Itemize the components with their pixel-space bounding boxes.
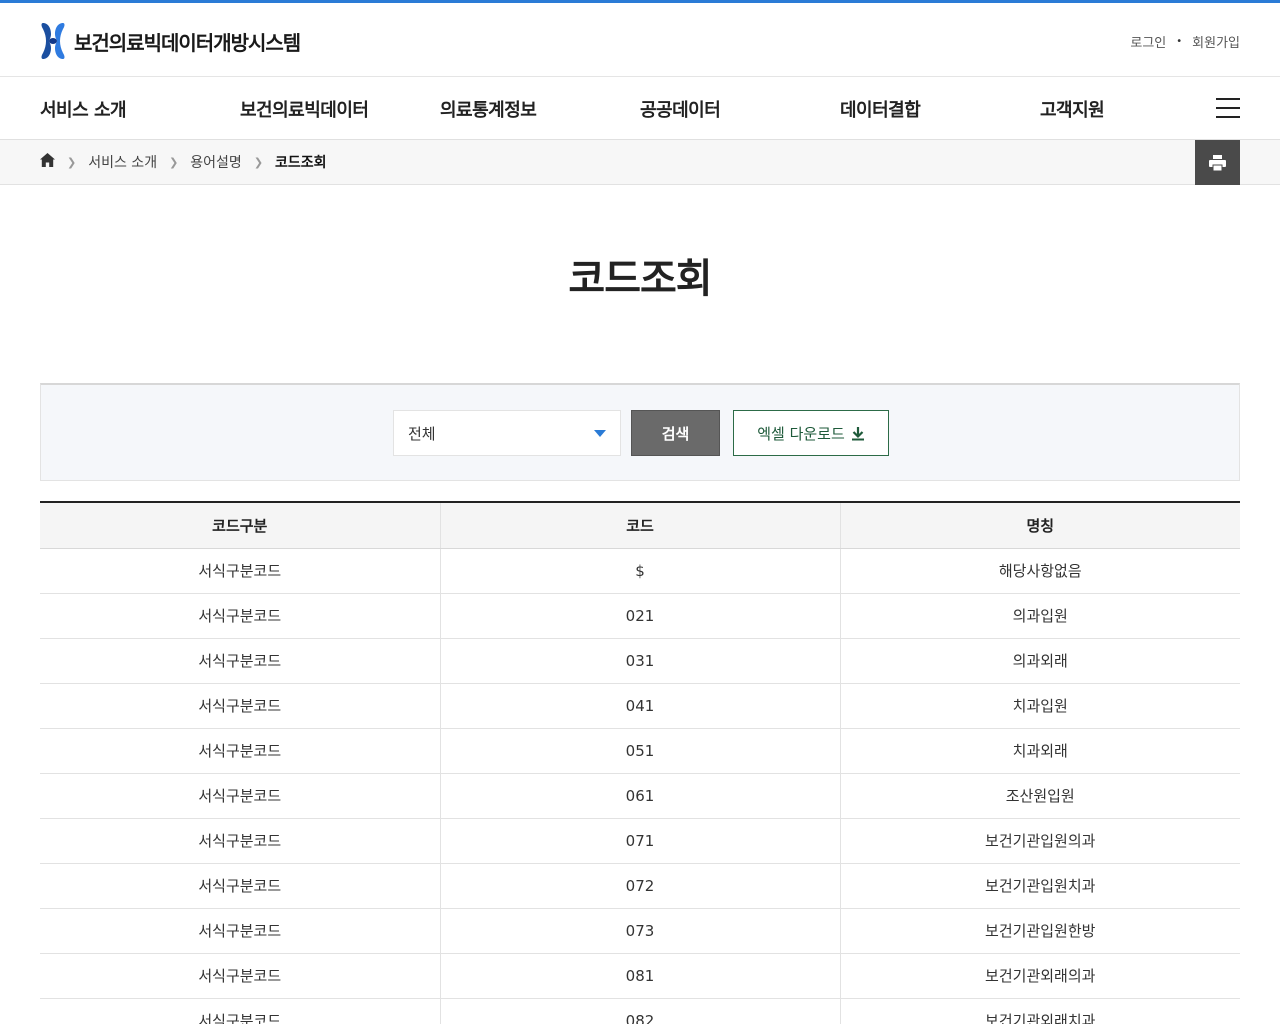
table-row: 서식구분코드 041 치과입원 xyxy=(40,683,1240,729)
cell-name: 해당사항없음 xyxy=(839,548,1240,594)
logo-text: 보건의료빅데이터개방시스템 xyxy=(74,30,301,55)
column-header-name: 명칭 xyxy=(839,501,1240,549)
cell-code: 051 xyxy=(439,728,840,774)
home-icon[interactable] xyxy=(40,153,55,171)
column-header-code-type: 코드구분 xyxy=(40,501,440,549)
excel-download-label: 엑셀 다운로드 xyxy=(757,424,845,443)
utility-links: 로그인 • 회원가입 xyxy=(1130,32,1240,51)
nav-item-healthcare-bigdata[interactable]: 보건의료빅데이터 xyxy=(240,96,369,122)
cell-code-type: 서식구분코드 xyxy=(40,683,440,729)
cell-code: 082 xyxy=(439,998,840,1024)
cell-code-type: 서식구분코드 xyxy=(40,773,440,819)
cell-code: 071 xyxy=(439,818,840,864)
cell-code: 073 xyxy=(439,908,840,954)
cell-code-type: 서식구분코드 xyxy=(40,638,440,684)
download-icon xyxy=(851,426,864,440)
cell-code-type: 서식구분코드 xyxy=(40,908,440,954)
printer-icon xyxy=(1209,154,1226,171)
search-panel: 전체 검색 엑셀 다운로드 xyxy=(40,383,1240,481)
excel-download-button[interactable]: 엑셀 다운로드 xyxy=(733,410,889,456)
cell-code: $ xyxy=(439,548,840,594)
breadcrumb-item-current: 코드조회 xyxy=(275,155,327,171)
cell-code: 041 xyxy=(439,683,840,729)
nav-item-medical-statistics[interactable]: 의료통계정보 xyxy=(440,96,537,122)
site-logo[interactable]: 보건의료빅데이터개방시스템 xyxy=(40,21,301,61)
cell-code-type: 서식구분코드 xyxy=(40,548,440,594)
chevron-right-icon: ❯ xyxy=(253,155,264,169)
cell-code: 072 xyxy=(439,863,840,909)
cell-name: 보건기관입원치과 xyxy=(839,863,1240,909)
table-row: 서식구분코드 072 보건기관입원치과 xyxy=(40,863,1240,909)
cell-name: 의과입원 xyxy=(839,593,1240,639)
table-header-row: 코드구분 코드 명칭 xyxy=(40,501,1240,549)
chevron-right-icon: ❯ xyxy=(169,155,179,169)
page-title: 코드조회 xyxy=(568,256,712,302)
login-link[interactable]: 로그인 xyxy=(1130,32,1166,51)
cell-code-type: 서식구분코드 xyxy=(40,593,440,639)
nav-item-service-intro[interactable]: 서비스 소개 xyxy=(40,96,127,122)
cell-code-type: 서식구분코드 xyxy=(40,998,440,1024)
cell-code-type: 서식구분코드 xyxy=(40,953,440,999)
table-row: 서식구분코드 $ 해당사항없음 xyxy=(40,548,1240,594)
cell-code: 031 xyxy=(439,638,840,684)
cell-code-type: 서식구분코드 xyxy=(40,863,440,909)
site-header: 보건의료빅데이터개방시스템 로그인 • 회원가입 xyxy=(0,3,1280,77)
column-header-code: 코드 xyxy=(439,501,840,549)
utility-separator: • xyxy=(1176,36,1183,47)
table-row: 서식구분코드 021 의과입원 xyxy=(40,593,1240,639)
cell-code: 021 xyxy=(439,593,840,639)
cell-name: 의과외래 xyxy=(839,638,1240,684)
breadcrumb-item-service-intro[interactable]: 서비스 소개 xyxy=(88,152,157,172)
chevron-right-icon: ❯ xyxy=(67,155,77,169)
table-row: 서식구분코드 071 보건기관입원의과 xyxy=(40,818,1240,864)
print-button[interactable] xyxy=(1195,140,1240,185)
cell-name: 조산원입원 xyxy=(839,773,1240,819)
table-row: 서식구분코드 082 보건기관외래치과 xyxy=(40,998,1240,1024)
logo-mark-icon xyxy=(41,23,65,59)
breadcrumb: ❯ 서비스 소개 ❯ 용어설명 ❯ 코드조회 xyxy=(40,152,327,172)
cell-name: 치과입원 xyxy=(839,683,1240,729)
cell-code: 081 xyxy=(439,953,840,999)
code-category-select[interactable]: 전체 xyxy=(393,410,621,456)
nav-item-customer-support[interactable]: 고객지원 xyxy=(1040,96,1105,122)
code-table: 코드구분 코드 명칭 서식구분코드 $ 해당사항없음 서식구분코드 021 의과입원 서식구… xyxy=(40,501,1240,1024)
table-row: 서식구분코드 061 조산원입원 xyxy=(40,773,1240,819)
breadcrumb-bar: ❯ 서비스 소개 ❯ 용어설명 ❯ 코드조회 xyxy=(0,140,1280,185)
table-row: 서식구분코드 073 보건기관입원한방 xyxy=(40,908,1240,954)
select-value: 전체 xyxy=(408,424,436,443)
cell-name: 보건기관입원의과 xyxy=(839,818,1240,864)
cell-name: 보건기관외래치과 xyxy=(839,998,1240,1024)
cell-code: 061 xyxy=(439,773,840,819)
cell-name: 치과외래 xyxy=(839,728,1240,774)
cell-code-type: 서식구분코드 xyxy=(40,818,440,864)
table-row: 서식구분코드 051 치과외래 xyxy=(40,728,1240,774)
caret-down-icon xyxy=(594,429,606,437)
cell-name: 보건기관외래의과 xyxy=(839,953,1240,999)
table-row: 서식구분코드 081 보건기관외래의과 xyxy=(40,953,1240,999)
search-button[interactable]: 검색 xyxy=(631,410,720,456)
main-navigation: 서비스 소개 보건의료빅데이터 의료통계정보 공공데이터 데이터결합 고객지원 xyxy=(0,78,1280,140)
cell-code-type: 서식구분코드 xyxy=(40,728,440,774)
cell-name: 보건기관입원한방 xyxy=(839,908,1240,954)
table-row: 서식구분코드 031 의과외래 xyxy=(40,638,1240,684)
signup-link[interactable]: 회원가입 xyxy=(1192,32,1240,51)
menu-hamburger-icon[interactable] xyxy=(1216,98,1240,118)
breadcrumb-item-glossary[interactable]: 용어설명 xyxy=(190,152,242,172)
nav-item-public-data[interactable]: 공공데이터 xyxy=(640,96,721,122)
nav-item-data-combination[interactable]: 데이터결합 xyxy=(840,96,921,122)
